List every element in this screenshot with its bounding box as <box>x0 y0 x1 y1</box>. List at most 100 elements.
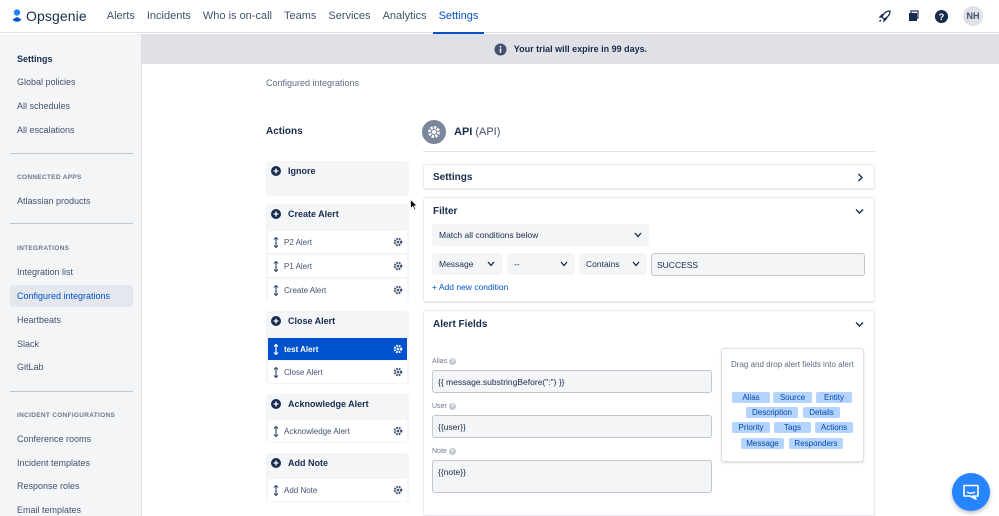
sidebar-heading-incident-configurations: INCIDENT CONFIGURATIONS <box>17 412 116 419</box>
sidebar-item-conference-rooms[interactable]: Conference rooms <box>10 428 133 450</box>
sidebar-heading-integrations: INTEGRATIONS <box>17 245 70 252</box>
chevron-down-icon <box>634 232 642 238</box>
nav-incidents[interactable]: Incidents <box>141 0 197 33</box>
breadcrumb[interactable]: Configured integrations <box>266 78 359 88</box>
sidebar-item-heartbeats[interactable]: Heartbeats <box>10 309 133 331</box>
add-icon[interactable] <box>271 458 281 468</box>
action-item-test-alert[interactable]: test Alert <box>268 338 407 360</box>
drag-handle-icon[interactable] <box>268 284 284 296</box>
sidebar-item-atlassian-products[interactable]: Atlassian products <box>10 190 133 212</box>
field-tag-source[interactable]: Source <box>773 392 812 403</box>
field-tag-message[interactable]: Message <box>741 438 784 449</box>
field-tag-description[interactable]: Description <box>746 407 798 418</box>
drag-handle-icon[interactable] <box>268 343 284 355</box>
avatar[interactable]: NH <box>963 6 983 26</box>
sidebar-item-global-policies[interactable]: Global policies <box>10 71 133 93</box>
question-mark-icon[interactable]: ? <box>448 448 456 455</box>
sidebar-item-all-schedules[interactable]: All schedules <box>10 95 133 117</box>
sidebar-item-gitlab[interactable]: GitLab <box>10 356 133 378</box>
action-item-p2-alert[interactable]: P2 Alert <box>268 231 407 253</box>
nav-settings[interactable]: Settings <box>432 0 485 34</box>
settings-section[interactable]: Settings <box>423 164 875 189</box>
sidebar-item-settings[interactable]: Settings <box>10 48 133 70</box>
field-tag-priority[interactable]: Priority <box>732 422 770 433</box>
rocket-icon[interactable] <box>875 6 895 26</box>
add-icon[interactable] <box>271 399 281 409</box>
ignore-header[interactable]: Ignore <box>266 161 409 181</box>
gear-icon[interactable] <box>393 426 403 438</box>
gear-icon[interactable] <box>393 367 403 379</box>
drag-handle-icon[interactable] <box>268 484 284 496</box>
note-label-text: Note <box>432 448 447 455</box>
field-tag-responders[interactable]: Responders <box>789 438 843 449</box>
question-mark-icon[interactable]: ? <box>449 358 457 365</box>
apps-switcher-icon[interactable] <box>903 6 923 26</box>
gear-icon[interactable] <box>393 285 403 297</box>
nav-analytics[interactable]: Analytics <box>377 0 433 33</box>
nav-alerts[interactable]: Alerts <box>101 0 141 33</box>
field-tag-alias[interactable]: Alias <box>732 392 770 403</box>
add-icon[interactable] <box>271 209 281 219</box>
action-item-acknowledge-alert[interactable]: Acknowledge Alert <box>268 420 407 442</box>
help-icon[interactable]: ? <box>931 6 951 26</box>
field-tag-tags[interactable]: Tags <box>774 422 811 433</box>
action-item-label: Add Note <box>284 485 318 495</box>
ignore-label: Ignore <box>288 166 316 176</box>
app-name: Opsgenie <box>26 8 87 24</box>
add-note-header[interactable]: Add Note <box>266 453 409 473</box>
drag-handle-icon[interactable] <box>268 236 284 248</box>
gear-icon[interactable] <box>393 237 403 249</box>
add-icon[interactable] <box>271 166 281 176</box>
action-item-label: P2 Alert <box>284 237 313 247</box>
condition-operator-select[interactable]: Contains <box>579 253 647 275</box>
condition-not-value: -- <box>514 259 520 269</box>
add-note-label: Add Note <box>288 458 328 468</box>
drag-handle-icon[interactable] <box>268 260 284 272</box>
create-alert-header[interactable]: Create Alert <box>266 204 409 224</box>
alias-input[interactable]: {{ message.substringBefore(":") }} <box>432 370 712 393</box>
gear-icon[interactable] <box>393 485 403 497</box>
action-item-create-alert[interactable]: Create Alert <box>268 279 407 301</box>
match-conditions-select[interactable]: Match all conditions below <box>432 224 649 246</box>
acknowledge-alert-header[interactable]: Acknowledge Alert <box>266 394 409 414</box>
integration-name: API <box>454 126 473 138</box>
drag-handle-icon[interactable] <box>268 425 284 437</box>
chevron-down-icon[interactable] <box>855 321 864 328</box>
user-input-value: {{user}} <box>438 421 466 432</box>
sidebar-item-email-templates[interactable]: Email templates <box>10 499 133 516</box>
field-tag-entity[interactable]: Entity <box>816 392 852 403</box>
action-item-add-note[interactable]: Add Note <box>268 479 407 501</box>
field-tag-actions[interactable]: Actions <box>815 422 853 433</box>
drag-handle-icon[interactable] <box>268 366 284 378</box>
gear-icon[interactable] <box>393 344 403 356</box>
field-tag-details[interactable]: Details <box>803 407 840 418</box>
chevron-down-icon[interactable] <box>855 208 864 215</box>
opsgenie-logo[interactable]: Opsgenie <box>12 8 87 24</box>
note-textarea[interactable]: {{note}} <box>432 460 712 493</box>
chevron-right-icon[interactable] <box>856 173 864 182</box>
sidebar-item-integration-list[interactable]: Integration list <box>10 261 133 283</box>
action-item-close-alert[interactable]: Close Alert <box>268 361 407 383</box>
add-new-condition-link[interactable]: + Add new condition <box>432 282 508 292</box>
nav-who-is-on-call[interactable]: Who is on-call <box>197 0 278 33</box>
question-mark-icon[interactable]: ? <box>448 403 456 410</box>
add-icon[interactable] <box>271 316 281 326</box>
action-group-ignore: Ignore <box>266 161 409 196</box>
sidebar-item-incident-templates[interactable]: Incident templates <box>10 452 133 474</box>
nav-services[interactable]: Services <box>322 0 376 33</box>
sidebar-item-response-roles[interactable]: Response roles <box>10 475 133 497</box>
close-alert-header[interactable]: Close Alert <box>266 311 409 331</box>
nav-teams[interactable]: Teams <box>278 0 322 33</box>
sidebar-heading-connected-apps: CONNECTED APPS <box>17 174 82 181</box>
action-item-p1-alert[interactable]: P1 Alert <box>268 255 407 277</box>
sidebar-item-slack[interactable]: Slack <box>10 333 133 355</box>
condition-field-select[interactable]: Message <box>432 253 502 275</box>
sidebar-item-all-escalations[interactable]: All escalations <box>10 119 133 141</box>
condition-not-select[interactable]: -- <box>507 253 575 275</box>
user-input[interactable]: {{user}} <box>432 415 712 438</box>
condition-operator-value: Contains <box>586 259 620 269</box>
sidebar-item-configured-integrations[interactable]: Configured integrations <box>10 285 133 307</box>
condition-value-input[interactable]: SUCCESS <box>651 253 865 276</box>
chat-support-button[interactable] <box>952 473 990 511</box>
gear-icon[interactable] <box>393 261 403 273</box>
